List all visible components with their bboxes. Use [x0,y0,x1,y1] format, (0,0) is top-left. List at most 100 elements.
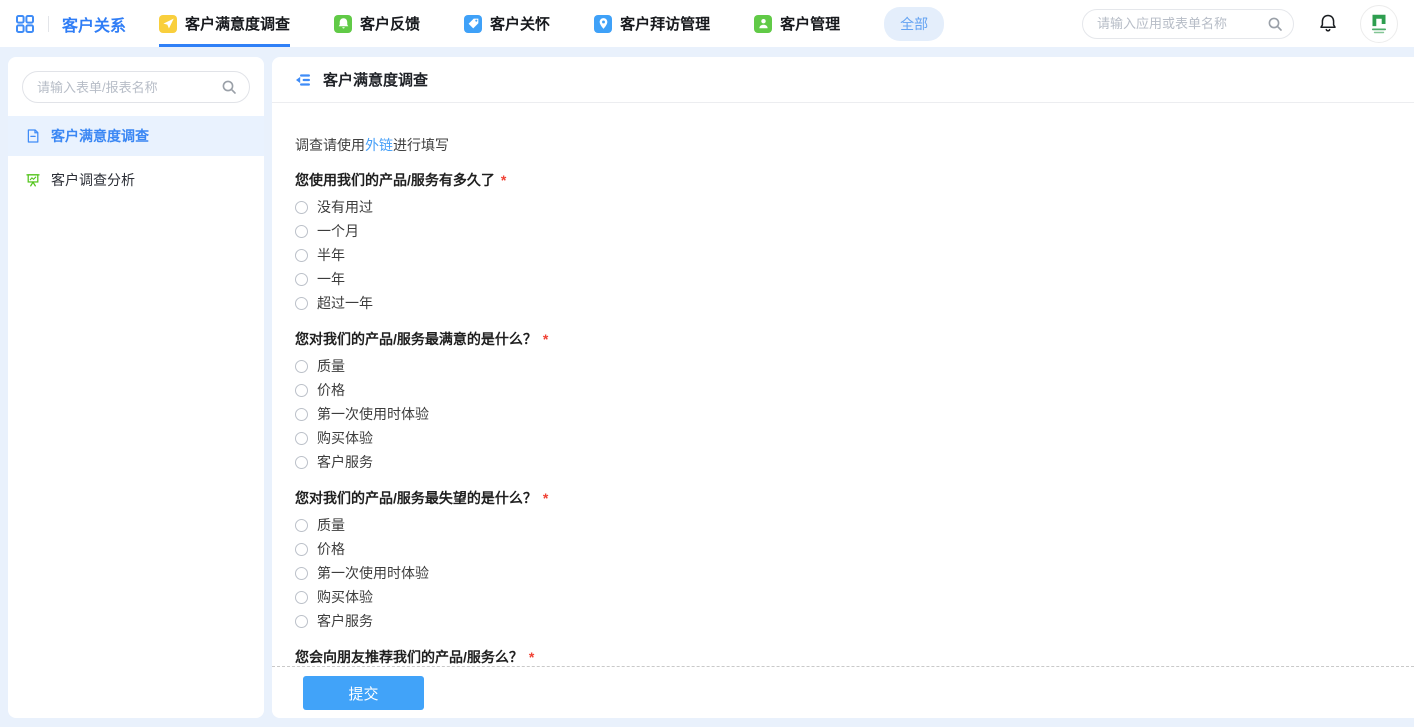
tab-satisfaction-survey[interactable]: 客户满意度调查 [159,0,291,47]
radio-icon[interactable] [295,383,308,397]
sidebar-item-label: 客户调查分析 [51,172,135,188]
question-4: 您会向朋友推荐我们的产品/服务么？ * [295,647,1414,666]
question-title-text: 您对我们的产品/服务最满意的是什么？ [295,331,537,347]
topbar-divider [48,15,49,32]
radio-icon[interactable] [295,224,308,238]
option-label: 购买体验 [317,430,373,446]
question-list: 您使用我们的产品/服务有多久了 * 没有用过一个月半年一年超过一年您对我们的产品/服… [295,170,1414,666]
radio-option[interactable]: 质量 [295,354,1414,378]
panel-header: 客户满意度调查 [272,57,1414,103]
option-label: 价格 [317,382,345,398]
option-label: 一年 [317,271,345,287]
option-label: 半年 [317,247,345,263]
notification-bell-icon[interactable] [1318,13,1338,34]
question-title: 您对我们的产品/服务最失望的是什么？ * [295,488,1414,509]
app-window: 客户关系 客户满意度调查 客户反馈 客户关怀 客户拜访管理 客户管理 全部 客户满意度调… [0,0,1414,727]
bell-icon [334,14,353,33]
option-label: 第一次使用时体验 [317,565,429,581]
topbar: 客户关系 客户满意度调查 客户反馈 客户关怀 客户拜访管理 客户管理 全部 [0,0,1414,47]
radio-icon[interactable] [295,359,308,373]
radio-option[interactable]: 半年 [295,243,1414,267]
workspace-title[interactable]: 客户关系 [62,12,126,36]
radio-icon[interactable] [295,248,308,262]
radio-option[interactable]: 购买体验 [295,426,1414,450]
app-tabs: 客户满意度调查 客户反馈 客户关怀 客户拜访管理 客户管理 [159,0,884,47]
option-label: 质量 [317,517,345,533]
collapse-sidebar-icon[interactable] [294,71,312,89]
external-link[interactable]: 外链 [365,137,393,153]
radio-icon[interactable] [295,590,308,604]
intro-text: 调查请使用外链进行填写 [295,135,1414,156]
radio-option[interactable]: 客户服务 [295,609,1414,633]
report-icon [25,172,41,188]
radio-icon[interactable] [295,431,308,445]
radio-icon[interactable] [295,455,308,469]
tab-label: 客户管理 [780,16,841,33]
required-mark: * [542,331,549,347]
tab-label: 客户满意度调查 [185,16,291,33]
form-content: 调查请使用外链进行填写 您使用我们的产品/服务有多久了 * 没有用过一个月半年一年超… [272,103,1414,666]
avatar[interactable] [1360,4,1398,43]
option-list: 没有用过一个月半年一年超过一年 [295,195,1414,315]
radio-icon[interactable] [295,518,308,532]
radio-option[interactable]: 客户服务 [295,450,1414,474]
option-label: 一个月 [317,223,359,239]
radio-option[interactable]: 超过一年 [295,291,1414,315]
question-title-text: 您对我们的产品/服务最失望的是什么？ [295,490,537,506]
radio-option[interactable]: 第一次使用时体验 [295,561,1414,585]
location-icon [594,14,613,33]
app-launcher-icon[interactable] [14,13,36,35]
tag-icon [464,14,483,33]
send-icon [159,14,178,33]
sidebar: 客户满意度调查客户调查分析 [8,57,264,718]
all-apps-pill[interactable]: 全部 [884,6,945,41]
radio-option[interactable]: 质量 [295,513,1414,537]
required-mark: * [542,490,549,506]
option-label: 超过一年 [317,295,373,311]
radio-option[interactable]: 一个月 [295,219,1414,243]
user-icon [754,14,773,33]
question-2: 您对我们的产品/服务最满意的是什么？ * 质量价格第一次使用时体验 购买体验客户服务 [295,329,1414,474]
radio-icon[interactable] [295,614,308,628]
app-search-box[interactable] [1082,8,1294,39]
tab-customer-feedback[interactable]: 客户反馈 [334,0,420,47]
option-label: 第一次使用时体验 [317,406,429,422]
option-label: 购买体验 [317,589,373,605]
tab-customer-care[interactable]: 客户关怀 [464,0,550,47]
form-search-input[interactable] [37,79,221,95]
sidebar-item-satisfaction-survey-form[interactable]: 客户满意度调查 [8,116,264,156]
search-icon[interactable] [1267,16,1283,32]
radio-icon[interactable] [295,542,308,556]
radio-icon[interactable] [295,296,308,310]
radio-option[interactable]: 没有用过 [295,195,1414,219]
radio-option[interactable]: 第一次使用时体验 [295,402,1414,426]
radio-icon[interactable] [295,407,308,421]
option-label: 客户服务 [317,613,373,629]
option-label: 质量 [317,358,345,374]
radio-option[interactable]: 价格 [295,537,1414,561]
tab-customer-management[interactable]: 客户管理 [754,0,840,47]
radio-icon[interactable] [295,200,308,214]
radio-icon[interactable] [295,566,308,580]
app-search-input[interactable] [1097,16,1267,31]
question-title: 您使用我们的产品/服务有多久了 * [295,170,1414,191]
option-list: 质量价格第一次使用时体验 购买体验客户服务 [295,513,1414,633]
sidebar-item-survey-analysis[interactable]: 客户调查分析 [8,160,264,200]
radio-option[interactable]: 一年 [295,267,1414,291]
submit-button[interactable]: 提交 [303,676,424,710]
required-mark: * [500,172,507,188]
page-body: 客户满意度调查客户调查分析 客户满意度调查 调查请使用外链进行填写 您使用我们的… [0,47,1414,727]
question-title: 您会向朋友推荐我们的产品/服务么？ * [295,647,1414,666]
form-search-box[interactable] [22,71,250,103]
radio-option[interactable]: 价格 [295,378,1414,402]
question-1: 您使用我们的产品/服务有多久了 * 没有用过一个月半年一年超过一年 [295,170,1414,315]
radio-option[interactable]: 购买体验 [295,585,1414,609]
search-icon[interactable] [221,79,237,95]
tab-label: 客户关怀 [490,16,551,33]
option-label: 客户服务 [317,454,373,470]
option-list: 质量价格第一次使用时体验 购买体验客户服务 [295,354,1414,474]
main-panel: 客户满意度调查 调查请使用外链进行填写 您使用我们的产品/服务有多久了 * 没有用过… [272,57,1414,718]
intro-prefix: 调查请使用 [295,137,365,153]
tab-visit-management[interactable]: 客户拜访管理 [594,0,710,47]
radio-icon[interactable] [295,272,308,286]
